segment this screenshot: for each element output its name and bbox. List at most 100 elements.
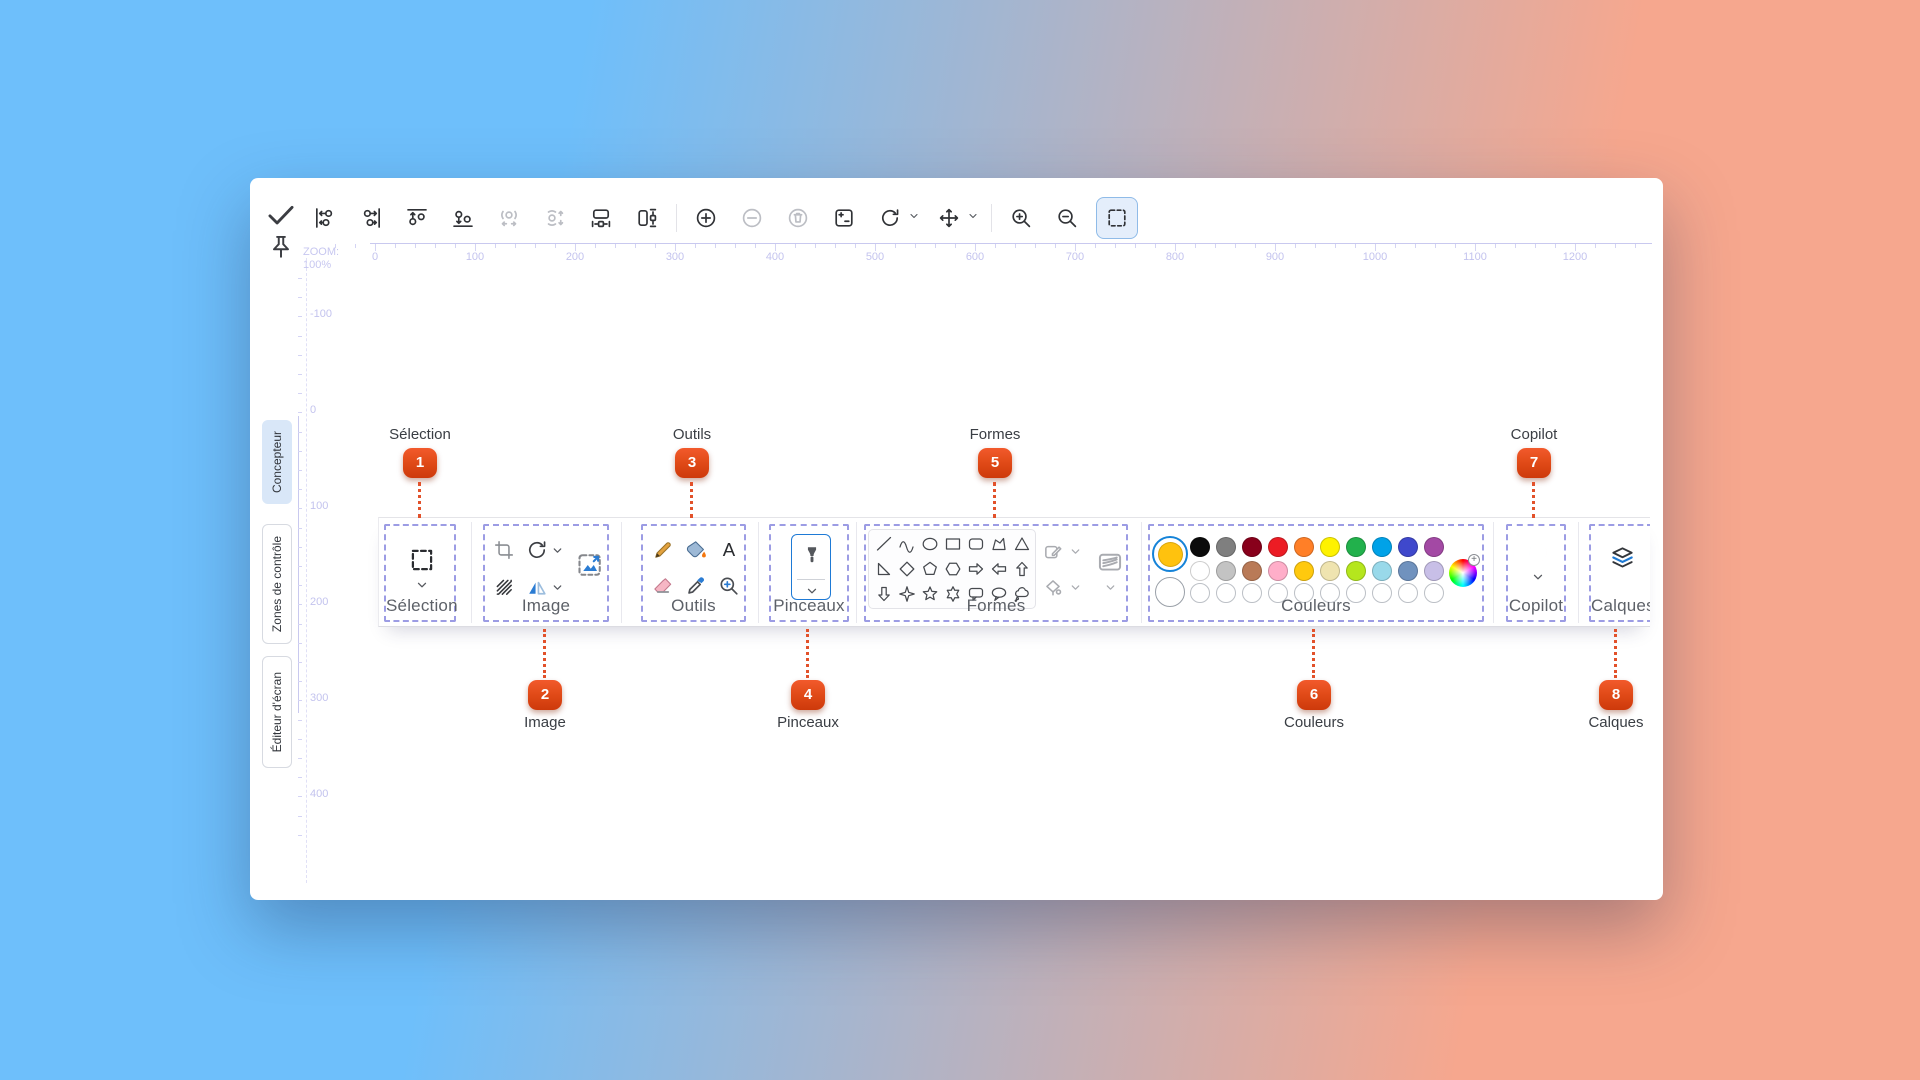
color-swatch[interactable] [1268,561,1288,581]
group-label: Calques [1591,596,1650,616]
callout-badge: 7 [1517,448,1551,478]
color-swatch[interactable] [1398,537,1418,557]
shape-thickness-icon[interactable] [1096,548,1124,576]
color-swatch[interactable] [1294,537,1314,557]
color-swatch[interactable] [1320,561,1340,581]
shape-outline-icon[interactable] [1042,540,1064,562]
align-bottom-icon[interactable] [446,201,480,235]
chevron-down-icon[interactable] [908,209,920,227]
magnifier-icon[interactable] [717,574,741,598]
rotate-icon[interactable] [873,201,907,235]
zoom-out-icon[interactable] [1050,201,1084,235]
same-height-icon[interactable] [630,201,664,235]
callout-label: Formes [935,426,1055,443]
callout-connector [418,482,421,518]
eraser-icon[interactable] [651,574,675,598]
color-swatch[interactable] [1320,537,1340,557]
color-swatch[interactable] [1424,537,1444,557]
horizontal-ruler: 0100200300400500600700800900100011001200 [250,240,1663,270]
callout-7: Copilot 7 [1474,426,1594,478]
group-image: Image [483,524,609,622]
ruler-label: 100 [310,500,328,512]
shape-right-triangle-icon[interactable] [874,559,894,579]
layers-icon[interactable] [1609,544,1636,571]
palette-row-1 [1190,537,1444,557]
text-tool-icon[interactable]: A [717,538,741,562]
callout-connector [1532,482,1535,518]
chevron-down-icon[interactable] [551,581,564,594]
palette-row-2 [1190,561,1444,581]
callout-8: 8 Calques [1556,628,1676,731]
size-properties-icon[interactable] [827,201,861,235]
chevron-down-icon[interactable] [1069,545,1082,558]
callout-connector [1312,629,1315,678]
tab-zones-de-controle[interactable]: Zones de contrôle [262,524,292,644]
color-picker-icon[interactable] [684,574,708,598]
color-swatch[interactable] [1294,561,1314,581]
color-swatch[interactable] [1216,537,1236,557]
chevron-down-icon[interactable] [1104,581,1117,594]
color-swatch[interactable] [1216,561,1236,581]
chevron-down-icon[interactable] [415,578,429,592]
shape-pentagon-icon[interactable] [920,559,940,579]
chevron-down-icon[interactable] [551,544,564,557]
align-right-icon[interactable] [354,201,388,235]
color-swatch[interactable] [1242,561,1262,581]
zoom-in-icon[interactable] [1004,201,1038,235]
shape-triangle-icon[interactable] [1012,534,1032,554]
color-swatch[interactable] [1346,537,1366,557]
color-swatch[interactable] [1372,537,1392,557]
shape-line-icon[interactable] [874,534,894,554]
add-color-icon[interactable]: + [1468,554,1480,566]
shape-polygon-icon[interactable] [989,534,1009,554]
shape-rectangle-icon[interactable] [943,534,963,554]
move-icon[interactable] [932,201,966,235]
crop-icon[interactable] [493,539,515,561]
shape-rounded-rectangle-icon[interactable] [966,534,986,554]
group-label: Sélection [386,596,454,616]
ruler-label: 100 [453,251,497,263]
shape-fill-icon[interactable] [1042,576,1064,598]
shape-arrow-left-icon[interactable] [989,559,1009,579]
color-swatch[interactable] [1190,561,1210,581]
group-label: Couleurs [1150,596,1482,616]
resize-image-icon[interactable] [575,550,605,580]
shape-hexagon-icon[interactable] [943,559,963,579]
tab-editeur-ecran[interactable]: Éditeur d'écran [262,656,292,768]
color-swatch[interactable] [1346,561,1366,581]
color-swatch[interactable] [1372,561,1392,581]
tab-concepteur[interactable]: Concepteur [262,420,292,504]
rotate-icon[interactable] [525,538,549,562]
color-swatch[interactable] [1268,537,1288,557]
primary-color-swatch[interactable] [1152,536,1188,572]
add-icon[interactable] [689,201,723,235]
chevron-down-icon[interactable] [967,209,979,227]
callout-badge: 2 [528,680,562,710]
shape-curve-icon[interactable] [897,534,917,554]
tab-label: Concepteur [270,431,284,493]
color-swatch[interactable] [1424,561,1444,581]
align-top-icon[interactable] [400,201,434,235]
brush-split-button[interactable] [791,534,831,600]
shape-diamond-icon[interactable] [897,559,917,579]
shape-ellipse-icon[interactable] [920,534,940,554]
chevron-down-icon[interactable] [1531,570,1545,584]
transparent-selection-icon[interactable] [493,576,515,598]
chevron-down-icon[interactable] [1069,581,1082,594]
shape-arrow-right-icon[interactable] [966,559,986,579]
color-swatch[interactable] [1398,561,1418,581]
select-icon[interactable] [1096,197,1138,239]
same-width-icon[interactable] [584,201,618,235]
selection-marquee-icon[interactable] [408,546,436,574]
color-swatch[interactable] [1190,537,1210,557]
ruler-label: -100 [310,308,332,320]
color-swatch[interactable] [1242,537,1262,557]
align-left-icon[interactable] [308,201,342,235]
callout-6: 6 Couleurs [1254,628,1374,731]
pencil-icon[interactable] [651,538,675,562]
copilot-icon[interactable] [1525,540,1551,566]
fill-bucket-icon[interactable] [684,538,708,562]
check-icon[interactable] [264,198,298,232]
callout-3: Outils 3 [632,426,752,478]
shape-arrow-up-icon[interactable] [1012,559,1032,579]
